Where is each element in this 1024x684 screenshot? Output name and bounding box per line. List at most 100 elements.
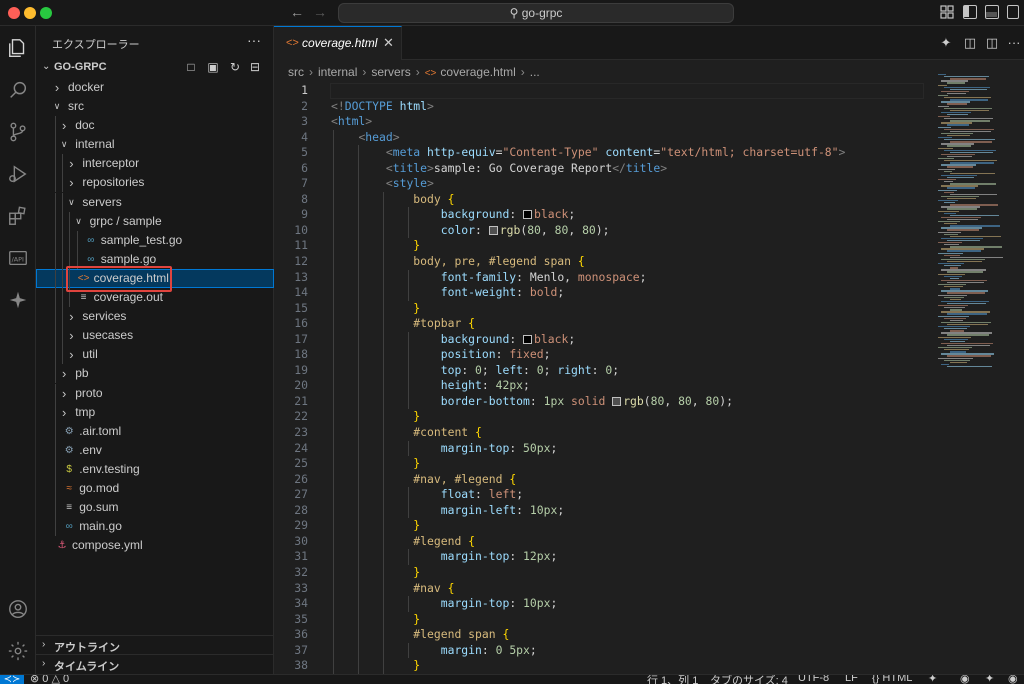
tab-coverage-html[interactable]: <> coverage.html ✕ xyxy=(274,26,402,60)
breadcrumb-item[interactable]: ... xyxy=(530,65,540,79)
code-line: 17 background: black; xyxy=(274,331,924,348)
tree-file[interactable]: ≈ go.mod xyxy=(36,478,274,498)
color-swatch-icon[interactable] xyxy=(488,225,498,235)
tree-folder[interactable]: ∨ internal xyxy=(36,135,274,155)
code-text: margin-left: 10px; xyxy=(440,502,565,517)
tree-folder[interactable]: ∨ servers xyxy=(36,192,274,212)
tree-folder[interactable]: › tmp xyxy=(36,402,274,422)
tree-folder[interactable]: › interceptor xyxy=(36,154,274,174)
notifications-icon[interactable]: ◉ xyxy=(1008,675,1018,684)
breadcrumb-item[interactable]: src xyxy=(288,65,304,79)
text-file-icon: ≡ xyxy=(66,502,73,514)
code-text: body, pre, #legend span { xyxy=(413,254,585,269)
back-arrow-icon[interactable]: ← xyxy=(290,4,304,20)
sparkle-icon[interactable]: ✦ xyxy=(938,35,954,51)
workspace-root[interactable]: ⌄ GO-GRPC □ ▣ ↻ ⊟ xyxy=(36,58,274,78)
tree-folder[interactable]: ∨ src xyxy=(36,97,274,116)
indent-guide xyxy=(69,230,71,250)
new-file-icon[interactable]: □ xyxy=(184,60,198,74)
remote-indicator-icon[interactable]: ≺≻ xyxy=(0,675,24,684)
minimap[interactable] xyxy=(932,74,1024,374)
source-control-icon[interactable] xyxy=(0,115,36,149)
extensions-icon[interactable] xyxy=(0,199,36,233)
code-line: 2 <!DOCTYPE html> xyxy=(274,99,924,115)
copilot-icon[interactable]: ◉ xyxy=(960,675,970,684)
indentation[interactable]: タブのサイズ: 4 xyxy=(710,675,788,684)
tree-file[interactable]: ∞ main.go xyxy=(36,517,274,537)
sparkle-icon[interactable]: ✦ xyxy=(928,675,937,684)
explorer-icon[interactable] xyxy=(0,31,36,65)
toggle-sidebar-icon[interactable] xyxy=(963,5,977,19)
window-close-button[interactable] xyxy=(8,7,20,19)
file-tree: › docker ∨ src › doc ∨ internal › interceptor › rep… xyxy=(36,78,274,555)
chevron-down-icon: ∨ xyxy=(68,196,75,207)
code-line: 34 margin-top: 10px; xyxy=(274,596,924,612)
account-icon[interactable] xyxy=(0,592,36,626)
tree-file[interactable]: ⚓ compose.yml xyxy=(36,536,274,555)
api-icon[interactable]: /API xyxy=(0,241,36,275)
close-icon[interactable]: ✕ xyxy=(383,35,394,51)
line-number: 6 xyxy=(301,160,308,175)
tree-folder[interactable]: › services xyxy=(36,307,274,327)
indent-guide xyxy=(55,345,56,365)
outline-section[interactable]: › アウトライン xyxy=(36,635,274,654)
problems-indicator[interactable]: ⊗ 0 △ 0 xyxy=(30,675,69,684)
run-debug-icon[interactable] xyxy=(0,157,36,191)
breadcrumb-item[interactable]: coverage.html xyxy=(440,65,515,79)
command-center-search[interactable]: ⚲ go-grpc xyxy=(338,3,734,23)
tree-folder[interactable]: › doc xyxy=(36,116,274,136)
tree-folder[interactable]: › pb xyxy=(36,364,274,384)
tree-item-label: services xyxy=(82,309,127,324)
code-editor[interactable]: 1 2 <!DOCTYPE html> 3 <html> 4 <head> 5 <meta … xyxy=(274,83,924,674)
refresh-icon[interactable]: ↻ xyxy=(228,60,242,74)
tree-folder[interactable]: › repositories xyxy=(36,173,274,193)
tree-file[interactable]: ⚙ .air.toml xyxy=(36,421,274,441)
tree-file[interactable]: $ .env.testing xyxy=(36,459,274,479)
tree-folder[interactable]: › util xyxy=(36,345,274,365)
code-text: #legend { xyxy=(413,533,476,548)
search-text: go-grpc xyxy=(521,6,563,20)
tree-file[interactable]: ≡ go.sum xyxy=(36,498,274,518)
color-swatch-icon[interactable] xyxy=(523,210,533,220)
tree-file[interactable]: ⚙ .env xyxy=(36,440,274,460)
search-icon[interactable] xyxy=(0,73,36,107)
tree-item-label: doc xyxy=(75,118,95,133)
tree-item-label: servers xyxy=(82,194,122,209)
indent-guide xyxy=(62,288,64,308)
sparkle-icon[interactable] xyxy=(0,283,36,317)
customize-layout-icon[interactable] xyxy=(940,5,954,19)
window-maximize-button[interactable] xyxy=(40,7,52,19)
new-folder-icon[interactable]: ▣ xyxy=(206,60,220,74)
code-text: } xyxy=(413,658,421,673)
toggle-panel-icon[interactable] xyxy=(985,5,999,19)
code-line: 10 color: rgb(80, 80, 80); xyxy=(274,222,924,239)
toggle-secondary-sidebar-icon[interactable] xyxy=(1007,5,1019,19)
collapse-all-icon[interactable]: ⊟ xyxy=(248,60,262,74)
tree-folder[interactable]: › proto xyxy=(36,383,274,403)
forward-arrow-icon[interactable]: → xyxy=(313,4,327,20)
tree-folder[interactable]: ∨ grpc / sample xyxy=(36,211,274,231)
end-of-line[interactable]: LF xyxy=(845,675,858,684)
more-actions-icon[interactable]: ··· xyxy=(247,32,261,48)
breadcrumb-item[interactable]: internal xyxy=(318,65,357,79)
encoding[interactable]: UTF-8 xyxy=(798,675,829,684)
cursor-position[interactable]: 行 1、列 1 xyxy=(647,675,698,684)
timeline-section[interactable]: › タイムライン xyxy=(36,654,274,673)
settings-gear-icon[interactable] xyxy=(0,634,36,668)
tree-file[interactable]: ∞ sample_test.go xyxy=(36,230,274,250)
tree-folder[interactable]: › docker xyxy=(36,78,274,97)
copilot-status-icon[interactable]: ✦ xyxy=(985,675,994,684)
indent-guide xyxy=(55,478,56,498)
breadcrumb-item[interactable]: servers xyxy=(371,65,410,79)
split-editor-icon[interactable]: ◫ xyxy=(984,35,1000,51)
indent-guide xyxy=(55,364,56,384)
indent-guide xyxy=(55,459,56,479)
tree-item-label: compose.yml xyxy=(72,538,143,553)
window-minimize-button[interactable] xyxy=(24,7,36,19)
color-swatch-icon[interactable] xyxy=(612,396,622,406)
color-swatch-icon[interactable] xyxy=(523,334,533,344)
tree-folder[interactable]: › usecases xyxy=(36,326,274,346)
more-actions-icon[interactable]: ··· xyxy=(1006,35,1022,51)
language-mode[interactable]: {} HTML xyxy=(872,675,912,684)
open-preview-icon[interactable]: ◫ xyxy=(962,35,978,51)
